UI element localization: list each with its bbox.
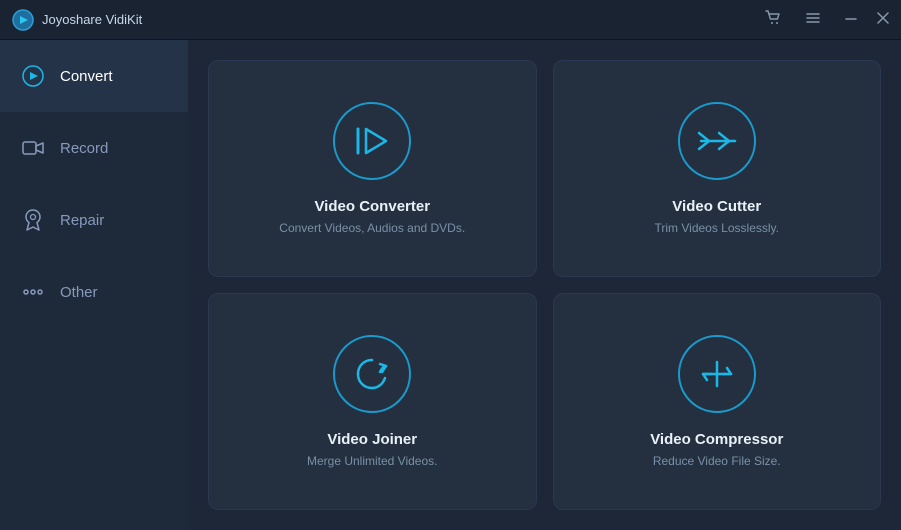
- title-bar: Joyoshare VidiKit: [0, 0, 901, 40]
- record-icon: [20, 135, 46, 161]
- video-cutter-icon-wrap: [678, 102, 756, 180]
- video-converter-desc: Convert Videos, Audios and DVDs.: [279, 221, 465, 235]
- other-icon: [20, 279, 46, 305]
- repair-label: Repair: [60, 212, 104, 229]
- video-joiner-title: Video Joiner: [327, 431, 417, 448]
- sidebar-item-convert[interactable]: Convert: [0, 40, 188, 112]
- video-cutter-card[interactable]: Video Cutter Trim Videos Losslessly.: [553, 60, 882, 277]
- main-layout: Convert Record Repair: [0, 40, 901, 530]
- menu-icon[interactable]: [801, 8, 825, 31]
- video-converter-icon-wrap: [333, 102, 411, 180]
- convert-label: Convert: [60, 68, 113, 85]
- video-compressor-icon-wrap: [678, 335, 756, 413]
- video-joiner-icon-wrap: [333, 335, 411, 413]
- sidebar-item-repair[interactable]: Repair: [0, 184, 188, 256]
- app-logo: [12, 9, 34, 31]
- convert-icon: [20, 63, 46, 89]
- video-cutter-title: Video Cutter: [672, 198, 761, 215]
- video-compressor-title: Video Compressor: [650, 431, 783, 448]
- video-converter-card[interactable]: Video Converter Convert Videos, Audios a…: [208, 60, 537, 277]
- video-converter-title: Video Converter: [314, 198, 430, 215]
- video-compressor-card[interactable]: Video Compressor Reduce Video File Size.: [553, 293, 882, 510]
- sidebar-item-record[interactable]: Record: [0, 112, 188, 184]
- content-area: Video Converter Convert Videos, Audios a…: [188, 40, 901, 530]
- window-controls: [761, 8, 889, 31]
- app-title: Joyoshare VidiKit: [42, 12, 761, 27]
- minimize-button[interactable]: [841, 10, 861, 30]
- sidebar: Convert Record Repair: [0, 40, 188, 530]
- video-joiner-desc: Merge Unlimited Videos.: [307, 454, 438, 468]
- other-label: Other: [60, 284, 98, 301]
- record-label: Record: [60, 140, 108, 157]
- video-cutter-desc: Trim Videos Losslessly.: [655, 221, 779, 235]
- close-button[interactable]: [877, 11, 889, 29]
- sidebar-item-other[interactable]: Other: [0, 256, 188, 328]
- cart-icon[interactable]: [761, 8, 785, 31]
- repair-icon: [20, 207, 46, 233]
- video-compressor-desc: Reduce Video File Size.: [653, 454, 781, 468]
- video-joiner-card[interactable]: Video Joiner Merge Unlimited Videos.: [208, 293, 537, 510]
